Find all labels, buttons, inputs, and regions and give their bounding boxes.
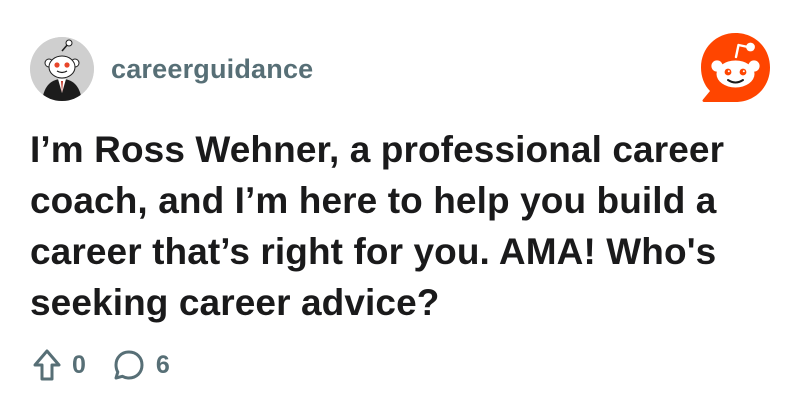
post-card[interactable]: careerguidance I’m Ross Wehner, a profes… xyxy=(0,0,800,419)
comment-count: 6 xyxy=(155,350,170,379)
post-title[interactable]: I’m Ross Wehner, a professional career c… xyxy=(30,124,780,328)
comment-bubble-icon[interactable] xyxy=(112,348,146,382)
reddit-logo-icon[interactable] xyxy=(698,30,773,105)
upvote-button[interactable]: 0 xyxy=(32,348,86,382)
community-name[interactable]: careerguidance xyxy=(111,54,313,85)
upvote-arrow-icon[interactable] xyxy=(32,348,62,382)
comments-button[interactable]: 6 xyxy=(112,348,170,382)
community-avatar-icon[interactable] xyxy=(30,37,94,101)
post-actions: 0 6 xyxy=(32,345,170,385)
post-header: careerguidance xyxy=(30,37,313,101)
upvote-count: 0 xyxy=(72,350,86,379)
